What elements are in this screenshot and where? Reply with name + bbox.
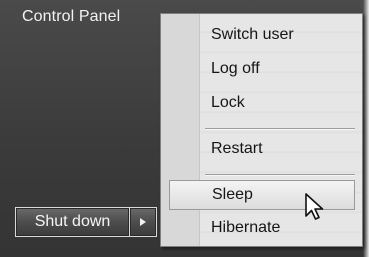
menu-item-lock[interactable]: Lock [199, 88, 362, 118]
menu-separator [205, 128, 355, 130]
menu-item-log-off[interactable]: Log off [199, 54, 362, 84]
menu-item-label: Switch user [211, 26, 294, 43]
shutdown-button-group: Shut down [15, 207, 157, 237]
menu-item-label: Hibernate [211, 219, 281, 236]
menu-separator [205, 174, 355, 176]
menu-item-label: Lock [211, 94, 245, 111]
shutdown-button[interactable]: Shut down [15, 207, 129, 237]
menu-item-hibernate[interactable]: Hibernate [199, 213, 362, 243]
shutdown-options-menu: Switch user Log off Lock Restart Sleep H… [160, 13, 363, 247]
menu-item-sleep[interactable]: Sleep [169, 180, 355, 210]
menu-item-label: Sleep [212, 186, 253, 203]
triangle-right-icon [140, 218, 146, 226]
mouse-cursor-icon [305, 193, 324, 220]
page-edge [363, 0, 369, 257]
menu-item-restart[interactable]: Restart [199, 134, 362, 164]
menu-item-label: Restart [211, 140, 263, 157]
menu-icon-gutter [161, 14, 200, 246]
menu-item-label: Log off [211, 60, 260, 77]
menu-item-switch-user[interactable]: Switch user [199, 20, 362, 50]
control-panel-link[interactable]: Control Panel [22, 8, 120, 26]
shutdown-options-button[interactable] [129, 207, 157, 237]
